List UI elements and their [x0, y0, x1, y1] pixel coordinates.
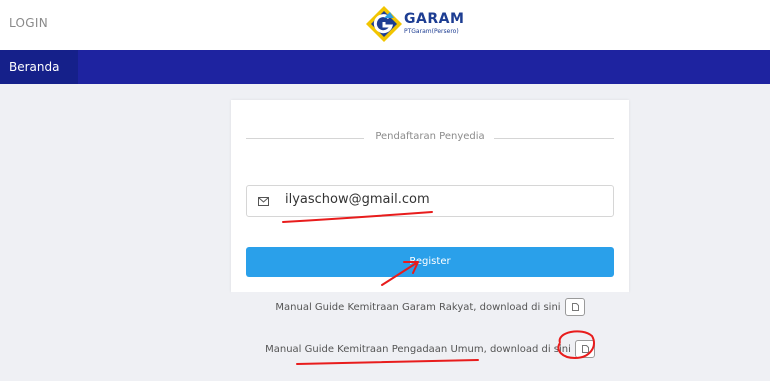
manual-item-garam-rakyat: Manual Guide Kemitraan Garam Rakyat, dow…	[231, 298, 629, 316]
download-button-pengadaan-umum[interactable]	[574, 340, 595, 358]
email-field[interactable]: ilyaschow@gmail.com	[246, 185, 614, 217]
form-legend: Pendaftaran Penyedia	[375, 131, 485, 142]
main-navbar: Beranda	[0, 50, 770, 84]
nav-item-beranda[interactable]: Beranda	[0, 50, 78, 84]
garam-logo-icon	[366, 6, 402, 42]
mail-icon	[258, 197, 269, 206]
email-input-value: ilyaschow@gmail.com	[285, 192, 430, 207]
top-header: LOGIN GARAM PTGaram(Persero)	[0, 0, 770, 50]
logo-text: GARAM	[404, 11, 465, 27]
registration-card: Pendaftaran Penyedia ilyaschow@gmail.com…	[231, 100, 629, 292]
legend-divider-right	[494, 138, 614, 139]
manual-text: Manual Guide Kemitraan Pengadaan Umum, d…	[265, 344, 571, 355]
login-link[interactable]: LOGIN	[9, 16, 48, 30]
document-icon	[571, 303, 579, 311]
company-logo[interactable]: GARAM PTGaram(Persero)	[364, 4, 484, 44]
document-icon	[581, 345, 589, 353]
manual-item-pengadaan-umum: Manual Guide Kemitraan Pengadaan Umum, d…	[231, 340, 629, 358]
manual-text: Manual Guide Kemitraan Garam Rakyat, dow…	[275, 302, 561, 313]
manual-guides: Manual Guide Kemitraan Garam Rakyat, dow…	[231, 292, 629, 381]
register-button[interactable]: Register	[246, 247, 614, 277]
download-button-garam-rakyat[interactable]	[564, 298, 585, 316]
logo-subtext: PTGaram(Persero)	[404, 28, 459, 35]
